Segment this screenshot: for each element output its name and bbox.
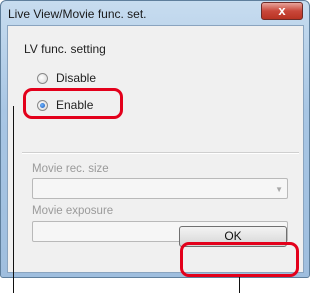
close-button[interactable]: x <box>261 2 303 20</box>
disable-label: Disable <box>56 71 97 85</box>
ok-callout-box <box>180 242 299 277</box>
radio-unchecked-icon <box>37 72 48 84</box>
leader-line-left <box>13 106 14 293</box>
disable-radio[interactable]: Disable <box>37 71 96 85</box>
movie-exposure-label: Movie exposure <box>32 205 114 217</box>
close-icon: x <box>278 3 286 18</box>
leader-line-right <box>239 277 240 293</box>
title-bar[interactable]: Live View/Movie func. set. x <box>1 1 309 25</box>
movie-rec-size-label: Movie rec. size <box>32 163 109 175</box>
dialog-window: Live View/Movie func. set. x LV func. se… <box>0 0 310 278</box>
lv-func-setting-label: LV func. setting <box>24 42 106 56</box>
enable-callout-box <box>23 88 123 119</box>
movie-rec-size-select[interactable]: ▼ <box>32 178 288 199</box>
chevron-down-icon: ▼ <box>275 185 283 194</box>
dialog-title: Live View/Movie func. set. <box>8 7 147 21</box>
separator <box>22 152 299 154</box>
